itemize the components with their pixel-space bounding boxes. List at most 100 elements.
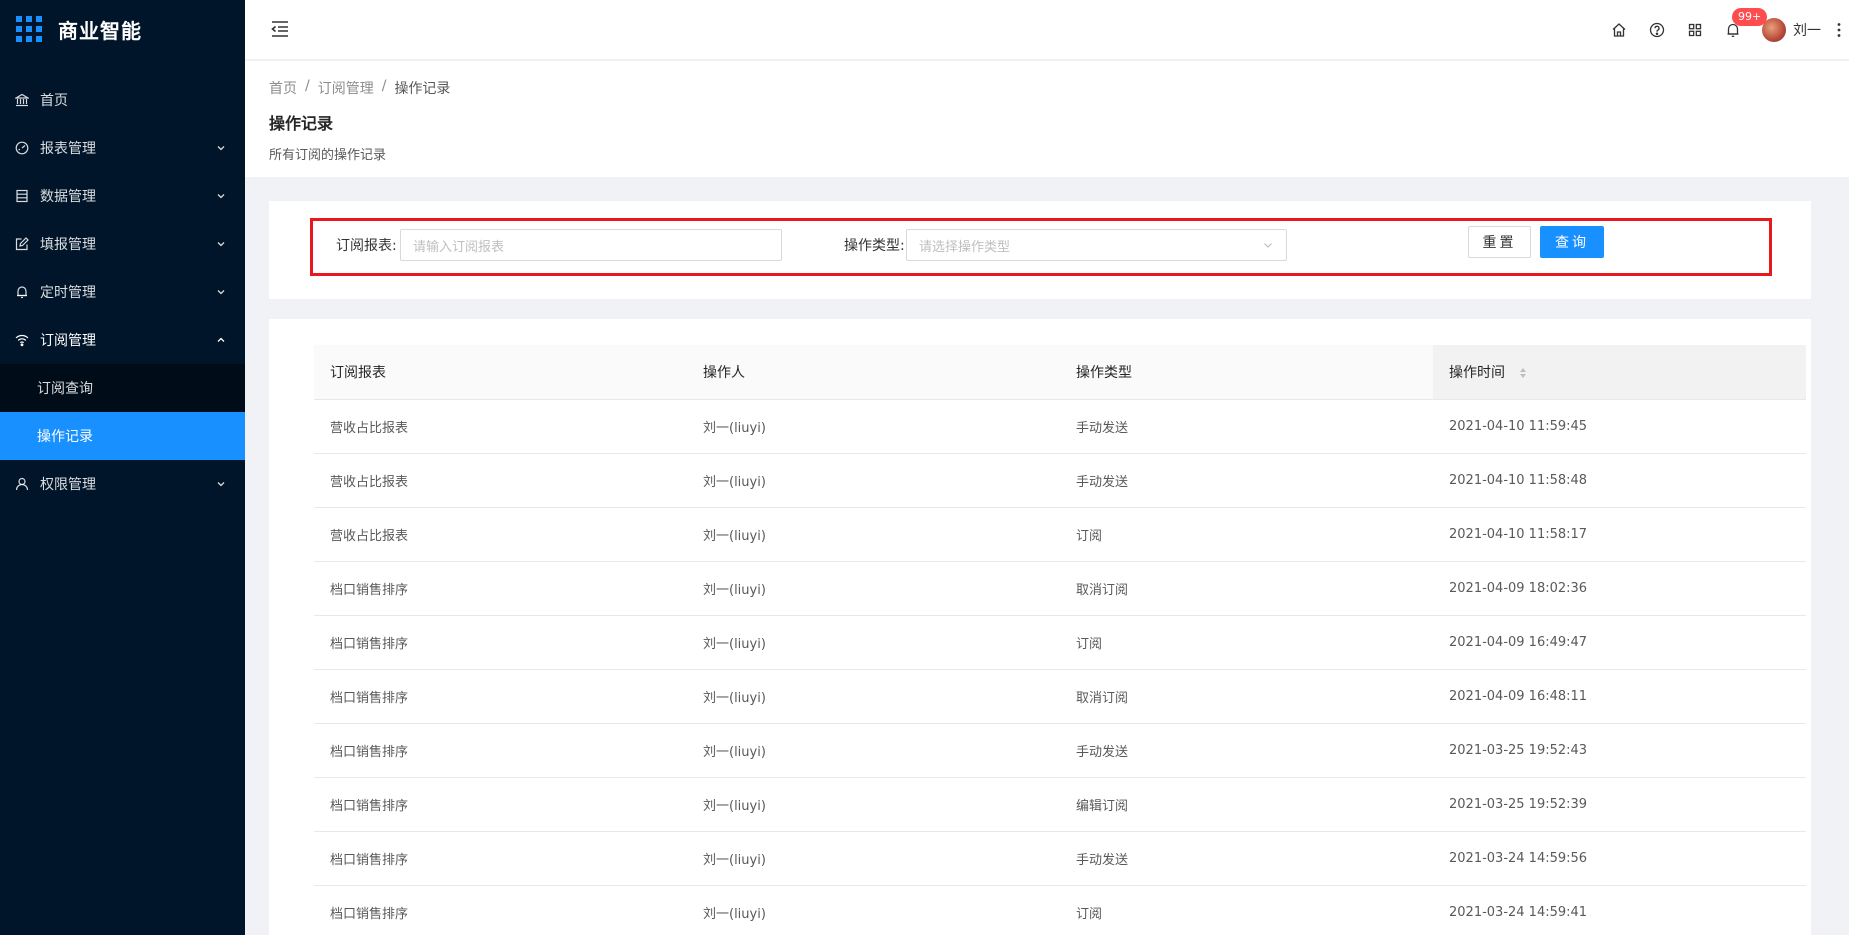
- sidebar-item-home[interactable]: 首页: [0, 76, 245, 124]
- subscriptions-submenu: 订阅查询 操作记录: [0, 364, 245, 460]
- sidebar-item-label: 报表管理: [40, 141, 96, 157]
- header-actions: 99+ 刘一: [1600, 0, 1849, 60]
- user-icon: [14, 476, 30, 492]
- database-icon: [14, 188, 30, 204]
- type-select-placeholder: 请选择操作类型: [919, 239, 1011, 255]
- cell-report: 营收占比报表: [314, 453, 687, 508]
- table-row: 档口销售排序 刘一(liuyi) 手动发送 2021-03-25 19:52:43: [314, 723, 1806, 778]
- filter-card: 订阅报表: 请输入订阅报表 操作类型: 请选择操作类型 重置 查询: [269, 201, 1811, 299]
- page-title: 操作记录: [269, 114, 334, 133]
- menu-fold-icon[interactable]: [269, 18, 291, 40]
- sidebar-item-subscriptions[interactable]: 订阅管理: [0, 316, 245, 364]
- chevron-up-icon: [217, 337, 225, 342]
- cell-type: 订阅: [1060, 615, 1433, 670]
- cell-report: 档口销售排序: [314, 831, 687, 886]
- home-button[interactable]: [1600, 0, 1638, 60]
- question-circle-icon: [1649, 22, 1665, 38]
- cell-report: 营收占比报表: [314, 507, 687, 562]
- page-header: 首页 / 订阅管理 / 操作记录 操作记录 所有订阅的操作记录: [245, 61, 1849, 177]
- logo[interactable]: 商业智能: [0, 0, 245, 58]
- cell-type: 手动发送: [1060, 723, 1433, 778]
- chevron-down-icon: [217, 290, 225, 295]
- reset-button[interactable]: 重置: [1468, 226, 1531, 258]
- app-title: 商业智能: [58, 18, 142, 43]
- sidebar-item-forms[interactable]: 填报管理: [0, 220, 245, 268]
- table-row: 档口销售排序 刘一(liuyi) 手动发送 2021-03-24 14:59:56: [314, 831, 1806, 886]
- cell-type: 订阅: [1060, 885, 1433, 935]
- column-header-time[interactable]: 操作时间: [1433, 345, 1806, 400]
- breadcrumb-current: 操作记录: [394, 81, 451, 97]
- sidebar-item-permissions[interactable]: 权限管理: [0, 460, 245, 508]
- notification-button[interactable]: 99+: [1714, 0, 1768, 60]
- cell-time: 2021-04-10 11:59:45: [1433, 399, 1806, 454]
- operation-log-table: 订阅报表 操作人 操作类型 操作时间 营收占比报表 刘一(liuyi) 手动发送 20…: [314, 345, 1806, 935]
- cell-operator: 刘一(liuyi): [687, 507, 1060, 562]
- sidebar-item-data[interactable]: 数据管理: [0, 172, 245, 220]
- more-vertical-icon: [1837, 23, 1841, 37]
- cell-time: 2021-04-10 11:58:17: [1433, 507, 1806, 562]
- column-header-time-label: 操作时间: [1449, 364, 1505, 381]
- type-filter-label: 操作类型:: [844, 238, 905, 254]
- cell-type: 手动发送: [1060, 453, 1433, 508]
- top-header: 99+ 刘一: [245, 0, 1849, 60]
- help-button[interactable]: [1638, 0, 1676, 60]
- appstore-icon: [1688, 23, 1702, 37]
- column-header-operator: 操作人: [687, 345, 1060, 400]
- cell-operator: 刘一(liuyi): [687, 561, 1060, 616]
- table-row: 档口销售排序 刘一(liuyi) 取消订阅 2021-04-09 16:48:11: [314, 669, 1806, 724]
- cell-operator: 刘一(liuyi): [687, 615, 1060, 670]
- sidebar-item-label: 订阅管理: [40, 333, 96, 349]
- sidebar-item-label: 首页: [40, 93, 68, 109]
- table-row: 档口销售排序 刘一(liuyi) 取消订阅 2021-04-09 18:02:36: [314, 561, 1806, 616]
- cell-time: 2021-03-25 19:52:43: [1433, 723, 1806, 778]
- table-row: 营收占比报表 刘一(liuyi) 手动发送 2021-04-10 11:58:48: [314, 453, 1806, 508]
- dashboard-icon: [14, 140, 30, 156]
- report-search-input[interactable]: 请输入订阅报表: [400, 229, 782, 261]
- cell-time: 2021-03-24 14:59:56: [1433, 831, 1806, 886]
- cell-report: 档口销售排序: [314, 777, 687, 832]
- sort-icon[interactable]: [1519, 367, 1527, 379]
- chevron-down-icon: [217, 482, 225, 487]
- breadcrumb-separator: /: [381, 78, 387, 94]
- table-card: 订阅报表 操作人 操作类型 操作时间 营收占比报表 刘一(liuyi) 手动发送 20…: [269, 319, 1811, 935]
- sidebar-subitem-operation-log[interactable]: 操作记录: [0, 412, 245, 460]
- more-button[interactable]: [1829, 0, 1849, 60]
- cell-report: 营收占比报表: [314, 399, 687, 454]
- query-button[interactable]: 查询: [1540, 226, 1604, 258]
- bank-icon: [14, 92, 30, 108]
- cell-report: 档口销售排序: [314, 669, 687, 724]
- cell-operator: 刘一(liuyi): [687, 723, 1060, 778]
- cell-time: 2021-04-09 18:02:36: [1433, 561, 1806, 616]
- wifi-icon: [14, 332, 30, 348]
- breadcrumb-subscriptions[interactable]: 订阅管理: [318, 78, 374, 98]
- sidebar-subitem-subscription-query[interactable]: 订阅查询: [0, 364, 245, 412]
- cell-time: 2021-04-10 11:58:48: [1433, 453, 1806, 508]
- cell-operator: 刘一(liuyi): [687, 885, 1060, 935]
- operation-type-select[interactable]: 请选择操作类型: [906, 229, 1287, 261]
- sidebar-item-schedule[interactable]: 定时管理: [0, 268, 245, 316]
- table-row: 档口销售排序 刘一(liuyi) 订阅 2021-04-09 16:49:47: [314, 615, 1806, 670]
- apps-button[interactable]: [1676, 0, 1714, 60]
- cell-type: 取消订阅: [1060, 669, 1433, 724]
- edit-icon: [14, 236, 30, 252]
- cell-type: 取消订阅: [1060, 561, 1433, 616]
- chevron-down-icon: [217, 194, 225, 199]
- cell-report: 档口销售排序: [314, 885, 687, 935]
- user-menu[interactable]: 刘一: [1762, 0, 1821, 60]
- report-input-placeholder: 请输入订阅报表: [413, 239, 505, 255]
- cell-time: 2021-04-09 16:48:11: [1433, 669, 1806, 724]
- sidebar: 商业智能 首页 报表管理 数据管理 填报管理 定时管理 订阅管理 订阅查询 操作…: [0, 0, 245, 935]
- cell-type: 订阅: [1060, 507, 1433, 562]
- sidebar-item-label: 填报管理: [40, 237, 96, 253]
- sidebar-menu: 首页 报表管理 数据管理 填报管理 定时管理 订阅管理 订阅查询 操作记录 权限…: [0, 76, 245, 508]
- cell-time: 2021-04-09 16:49:47: [1433, 615, 1806, 670]
- cell-time: 2021-03-25 19:52:39: [1433, 777, 1806, 832]
- cell-operator: 刘一(liuyi): [687, 399, 1060, 454]
- cell-time: 2021-03-24 14:59:41: [1433, 885, 1806, 935]
- sidebar-item-label: 数据管理: [40, 189, 96, 205]
- table-header-row: 订阅报表 操作人 操作类型 操作时间: [314, 345, 1806, 400]
- sidebar-item-reports[interactable]: 报表管理: [0, 124, 245, 172]
- breadcrumb-home[interactable]: 首页: [269, 78, 297, 98]
- sidebar-item-label: 权限管理: [40, 477, 96, 493]
- chevron-down-icon: [217, 242, 225, 247]
